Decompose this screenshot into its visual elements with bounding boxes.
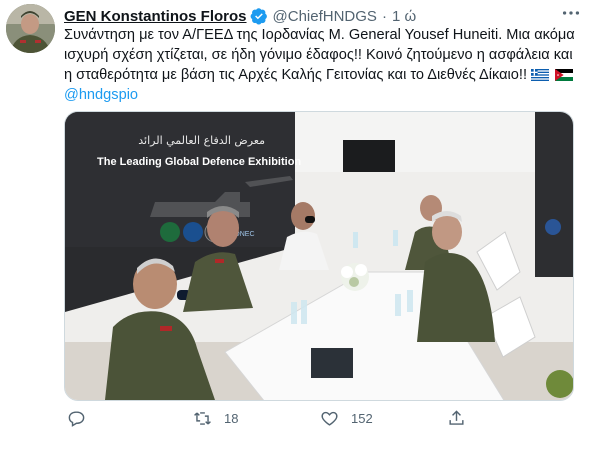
retweet-count: 18 [224,410,239,426]
timestamp[interactable]: 1 ώ [392,8,416,25]
like-button[interactable]: 152 [320,406,373,430]
like-count: 152 [351,410,373,426]
reply-icon [68,410,85,427]
verified-badge-icon [250,8,267,25]
tweet: GEN Konstantinos Floros @ChiefHNDGS · 1 … [0,0,594,468]
separator-dot: · [381,7,387,25]
more-options-icon[interactable] [560,2,582,24]
share-button[interactable] [447,406,478,430]
reply-button[interactable] [67,406,98,430]
mention-link[interactable]: @hndgspio [64,87,138,103]
share-icon [449,409,464,425]
banner-english-text: The Leading Global Defence Exhibition [97,156,301,168]
banner-arabic-text: معرض الدفاع العالمي الرائد [138,134,265,147]
tweet-body: Συνάντηση με τον Α/ΓΕΕΔ της Ιορδανίας M.… [64,27,575,83]
retweet-icon [194,411,211,425]
tweet-photo[interactable]: معرض الدفاع العالمي الرائد The Leading G… [64,111,574,401]
tweet-actions: 18 152 [64,406,572,430]
handle[interactable]: @ChiefHNDGS [273,8,377,25]
display-name[interactable]: GEN Konstantinos Floros [64,8,247,25]
tweet-header: GEN Konstantinos Floros @ChiefHNDGS · 1 … [64,6,416,26]
meeting-photo: معرض الدفاع العالمي الرائد The Leading G… [65,112,573,400]
jordan-flag-icon [555,69,574,81]
tweet-text: Συνάντηση με τον Α/ΓΕΕΔ της Ιορδανίας M.… [64,25,579,105]
retweet-button[interactable]: 18 [193,406,238,430]
avatar-image [6,4,55,53]
greece-flag-icon [531,69,550,81]
heart-icon [321,411,338,426]
avatar[interactable] [6,4,55,53]
